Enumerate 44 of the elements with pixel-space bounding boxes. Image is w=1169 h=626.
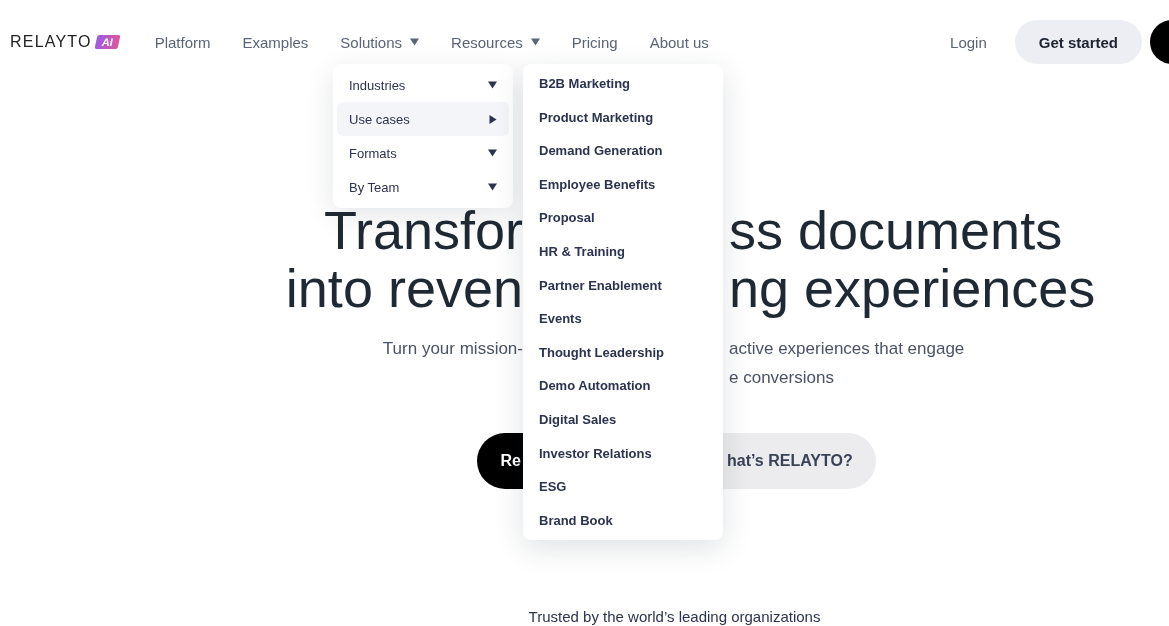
caret-right-icon — [489, 114, 497, 124]
caret-icon — [488, 81, 497, 89]
submenu-item[interactable]: Thought Leadership — [523, 335, 723, 370]
get-started-button[interactable]: Get started — [1014, 20, 1142, 64]
headline-text: into reven — [285, 259, 523, 317]
headline-text: ng experiences — [729, 259, 1096, 317]
submenu-item[interactable]: Events — [523, 302, 723, 336]
primary-button[interactable]: Re — [476, 433, 523, 489]
headline-text: Transfor — [323, 201, 523, 259]
trusted-caption: Trusted by the world’s leading organizations — [527, 607, 822, 626]
submenu-item[interactable]: B2B Marketing — [523, 67, 723, 101]
nav-link[interactable]: Resources — [451, 33, 540, 51]
caret-icon — [410, 38, 420, 46]
caret-icon — [488, 183, 497, 191]
subtitle-text: active experiences that engage — [729, 338, 965, 360]
nav-link[interactable]: Examples — [242, 33, 309, 51]
menu-item[interactable]: Industries — [337, 68, 509, 102]
caret-icon — [488, 149, 497, 157]
headline-text: ss documents — [729, 201, 1063, 259]
submenu-item[interactable]: Brand Book — [523, 503, 723, 538]
menu-item[interactable]: Formats — [337, 136, 509, 170]
subtitle-text: e conversions — [729, 367, 834, 389]
nav-link[interactable]: Solutions — [340, 33, 420, 51]
subtitle-text: Turn your mission- — [382, 338, 523, 360]
submenu-item[interactable]: HR & Training — [523, 234, 723, 269]
submenu-item[interactable]: Digital Sales — [523, 402, 723, 437]
nav-link[interactable]: About us — [649, 33, 709, 51]
submenu-item[interactable]: Partner Enablement — [523, 268, 723, 303]
submenu-item[interactable]: Product Marketing — [523, 100, 723, 135]
nav-link[interactable]: Platform — [154, 33, 211, 51]
submenu-item[interactable]: Demo Automation — [523, 369, 723, 403]
submenu-item[interactable]: Investor Relations — [523, 436, 723, 471]
secondary-button[interactable]: hat’s RELAYTO? — [723, 433, 876, 489]
nav-link[interactable]: Pricing — [571, 33, 618, 51]
menu-item[interactable]: Use cases — [337, 102, 509, 136]
menu-item[interactable]: By Team — [337, 170, 509, 204]
submenu-item[interactable]: ESG — [523, 470, 723, 504]
login-link[interactable]: Login — [950, 33, 987, 51]
caret-icon — [530, 38, 540, 46]
submenu-item[interactable]: Employee Benefits — [523, 167, 723, 202]
logo-wordmark[interactable]: RELAYTO — [10, 33, 92, 51]
ai-badge: AI — [94, 35, 121, 49]
submenu-item[interactable]: Demand Generation — [523, 134, 723, 168]
submenu-item[interactable]: Proposal — [523, 201, 723, 235]
